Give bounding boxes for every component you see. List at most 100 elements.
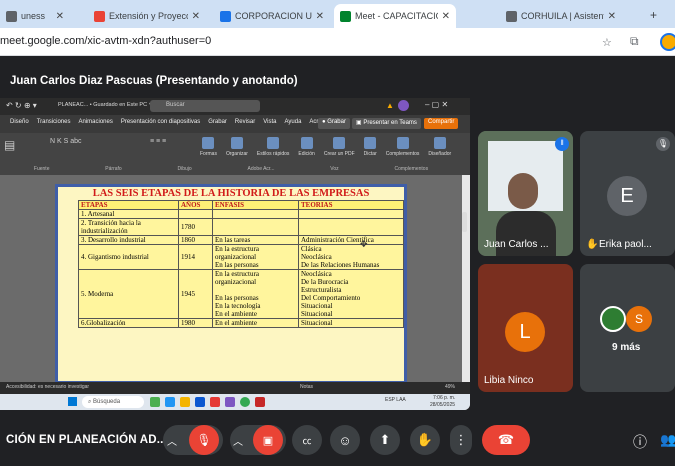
info-icon[interactable]: ⓘ: [633, 432, 647, 452]
ribbon-button[interactable]: Dictar: [364, 137, 377, 157]
cursor-icon: ✥: [360, 239, 368, 249]
table-row: 2. Transición hacia la industrialización…: [78, 218, 404, 236]
zoom-level[interactable]: 49%: [445, 384, 455, 390]
close-tab-icon[interactable]: ✕: [56, 11, 64, 22]
enfasis-cell: En la estructura organizacional En las pe…: [212, 269, 299, 319]
taskbar-language[interactable]: ESP LAA: [385, 397, 406, 403]
windows-start-icon[interactable]: [68, 397, 77, 406]
browser-tab[interactable]: CORHUILA | Asistentes ✕: [500, 4, 622, 28]
close-tab-icon[interactable]: ✕: [442, 11, 450, 22]
grabar-button[interactable]: ● Grabar: [318, 118, 350, 129]
taskbar-search[interactable]: ⌕ Búsqueda: [82, 396, 144, 408]
ribbon-icon: [396, 137, 409, 149]
ribbon-button[interactable]: Organizar: [226, 137, 248, 157]
menu-item[interactable]: Vista: [263, 119, 276, 125]
etapa-cell: 6.Globalización: [78, 318, 179, 328]
close-tab-icon[interactable]: ✕: [608, 11, 616, 22]
emoji-icon: ☺: [338, 432, 352, 448]
file-title: PLANEAC... • Guardado en Este PC ∨: [58, 102, 153, 108]
enfasis-cell: En el ambiente: [212, 318, 299, 328]
etapa-cell: 3. Desarrollo industrial: [78, 235, 179, 245]
window-controls[interactable]: – ▢ ✕: [425, 100, 448, 109]
taskbar-apps[interactable]: [150, 397, 265, 407]
profile-avatar[interactable]: [660, 33, 675, 51]
font-format-icons[interactable]: N K S abc: [50, 138, 82, 145]
camera-control[interactable]: ︿ ▣: [230, 425, 286, 455]
menu-item[interactable]: Transiciones: [37, 119, 71, 125]
browser-tab[interactable]: Meet - CAPACITACIÓN E ✕: [334, 4, 456, 28]
ppt-search-box[interactable]: Buscar: [150, 100, 260, 112]
camera-off-icon[interactable]: ▣: [253, 425, 283, 455]
share-button[interactable]: Compartir: [424, 118, 459, 129]
more-options-button[interactable]: ⋮: [450, 425, 472, 455]
ribbon-button[interactable]: Formas: [200, 137, 217, 157]
accessibility-status[interactable]: Accesibilidad: es necesario investigar: [6, 384, 89, 390]
menu-item[interactable]: Animaciones: [78, 119, 112, 125]
captions-button[interactable]: ㏄: [292, 425, 322, 455]
participant-avatar-logo: [600, 306, 626, 332]
menu-item[interactable]: Ayuda: [285, 119, 302, 125]
new-tab-icon[interactable]: +: [650, 8, 657, 22]
ribbon-icon: [333, 137, 346, 149]
ribbon-button[interactable]: Complementos: [386, 137, 419, 157]
ribbon-group-label: Adobe Acr...: [247, 166, 275, 172]
browser-tab[interactable]: CORPORACION UNIVERSITA ✕: [214, 4, 330, 28]
ribbon-button[interactable]: Diseñador: [428, 137, 451, 157]
browser-tab[interactable]: uness ✕: [0, 4, 70, 28]
shared-screen: ↶ ↻ ⊕ ▾ PLANEAC... • Guardado en Este PC…: [0, 98, 470, 410]
ribbon-icon: [364, 137, 377, 149]
participant-tile-juan[interactable]: ⦀ Juan Carlos ...: [478, 131, 573, 256]
tab-label: CORHUILA | Asistentes: [521, 11, 604, 21]
mic-control[interactable]: ︿ 🎙: [163, 425, 223, 455]
url-text[interactable]: meet.google.com/xic-avtm-xdn?authuser=0: [0, 35, 211, 47]
extensions-icon[interactable]: ⧉: [630, 34, 639, 49]
end-call-icon: ☎: [497, 432, 515, 447]
leave-call-button[interactable]: ☎: [482, 425, 530, 455]
table-header: TEORIAS: [298, 200, 404, 210]
menu-item[interactable]: Presentación con diapositivas: [121, 119, 200, 125]
menu-item[interactable]: Diseño: [10, 119, 29, 125]
user-avatar[interactable]: [398, 100, 409, 111]
vertical-scrollbar[interactable]: [462, 212, 467, 232]
enfasis-cell: [212, 209, 299, 219]
mic-off-icon[interactable]: 🎙: [189, 425, 219, 455]
paragraph-icons[interactable]: ≡ ≡ ≡: [150, 138, 166, 145]
participant-tile-erika[interactable]: 🎙 E ✋ Erika paol...: [580, 131, 675, 256]
ribbon-button[interactable]: Estilos rápidos: [257, 137, 289, 157]
slide-title: LAS SEIS ETAPAS DE LA HISTORIA DE LAS EM…: [92, 188, 370, 199]
present-button[interactable]: ⬆: [370, 425, 400, 455]
menu-item[interactable]: Grabar: [208, 119, 227, 125]
meeting-title: CIÓN EN PLANEACIÓN AD...: [6, 434, 167, 446]
taskbar-date[interactable]: 28/05/2025: [430, 402, 455, 408]
close-tab-icon[interactable]: ✕: [316, 11, 324, 22]
table-row: 5. Moderna 1945 En la estructura organizac…: [78, 269, 404, 319]
ribbon-button[interactable]: Edición: [298, 137, 315, 157]
bookmark-star-icon[interactable]: ☆: [602, 36, 612, 49]
close-tab-icon[interactable]: ✕: [192, 11, 200, 22]
menu-item[interactable]: Revisar: [235, 119, 255, 125]
teorias-cell: [298, 218, 404, 236]
powerpoint-ribbon: Formas Organizar Estilos rápidos Edición Cre…: [0, 133, 470, 175]
ribbon-button[interactable]: Crear un PDF: [324, 137, 355, 157]
reactions-button[interactable]: ☺: [330, 425, 360, 455]
participant-tile-libia[interactable]: L Libia Ninco: [478, 264, 573, 392]
ribbon-icon: [300, 137, 313, 149]
participant-tile-more[interactable]: S 9 más: [580, 264, 675, 392]
ribbon-group-label: Voz: [330, 166, 339, 172]
browser-tab[interactable]: Extensión y Proyección Soci ✕: [88, 4, 206, 28]
slide: LAS SEIS ETAPAS DE LA HISTORIA DE LAS EM…: [55, 184, 407, 384]
taskbar-time[interactable]: 7:06 p. m.: [433, 395, 455, 401]
table-row: 4. Gigantismo industrial 1914 En la estruc…: [78, 244, 404, 270]
notes-button[interactable]: Notas: [300, 384, 313, 390]
quick-access-icons: ↶ ↻ ⊕ ▾: [6, 101, 37, 110]
people-icon[interactable]: 👥: [660, 432, 675, 448]
ribbon-group-label: Fuente: [33, 166, 50, 172]
raise-hand-button[interactable]: ✋: [410, 425, 440, 455]
table-header: ETAPAS: [78, 200, 179, 210]
tab-label: Extensión y Proyección Soci: [109, 11, 188, 21]
table-row: 3. Desarrollo industrial 1860 En las tarea…: [78, 235, 404, 245]
new-slide-icon[interactable]: ▤: [4, 138, 15, 152]
participant-name: Juan Carlos ...: [484, 239, 549, 250]
present-teams-button[interactable]: ▣ Presentar en Teams: [352, 118, 421, 129]
etapa-cell: 2. Transición hacia la industrialización: [78, 218, 179, 236]
